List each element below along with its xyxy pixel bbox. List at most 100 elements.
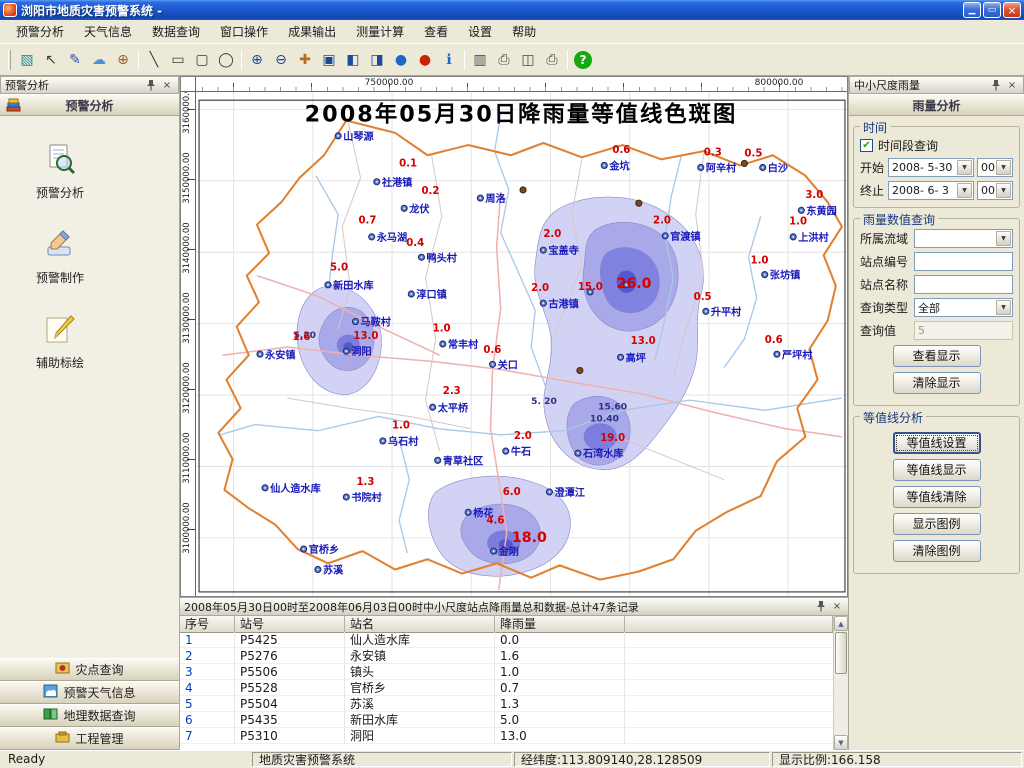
end-hour-combo[interactable]: 00 ▼ <box>977 181 1013 200</box>
hotlink-icon[interactable]: ● <box>413 48 437 72</box>
cloud-icon[interactable]: ☁ <box>87 48 111 72</box>
svg-text:乌石村: 乌石村 <box>388 435 419 448</box>
page-setup-icon[interactable]: ⎙ <box>540 48 564 72</box>
table-row-2[interactable]: 2P5276永安镇1.6 <box>180 648 833 664</box>
export-icon[interactable]: ▥ <box>468 48 492 72</box>
pointer-icon[interactable]: ↖ <box>39 48 63 72</box>
column-header-2[interactable]: 站名 <box>345 616 495 633</box>
chevron-down-icon[interactable]: ▼ <box>996 183 1011 198</box>
sidebar-group-disaster-point-query[interactable]: 灾点查询 <box>0 658 179 681</box>
draw-line-icon[interactable]: ╲ <box>142 48 166 72</box>
svg-text:新田水库: 新田水库 <box>333 279 374 292</box>
table-row-1[interactable]: 1P5425仙人造水库0.0 <box>180 632 833 648</box>
contour-clear-button[interactable]: 等值线清除 <box>893 486 981 508</box>
globe-icon[interactable]: ● <box>389 48 413 72</box>
svg-text:青草社区: 青草社区 <box>443 454 484 467</box>
pin-icon[interactable] <box>814 600 828 614</box>
pan-icon[interactable]: ✚ <box>293 48 317 72</box>
rain-analysis-label: 雨量分析 <box>912 97 960 114</box>
cell-filler <box>625 632 833 648</box>
sidebar-item-warning-compose[interactable]: 预警制作 <box>36 227 84 286</box>
draw-rect-icon[interactable]: ▭ <box>166 48 190 72</box>
basin-combo[interactable]: ▼ <box>914 229 1013 248</box>
close-icon[interactable]: × <box>830 600 844 614</box>
start-date-combo[interactable]: 2008- 5-30 ▼ <box>888 158 974 177</box>
zoom-in-icon[interactable]: ⊕ <box>245 48 269 72</box>
menu-item-3[interactable]: 窗口操作 <box>210 19 278 44</box>
full-extent-icon[interactable]: ▣ <box>317 48 341 72</box>
table-row-3[interactable]: 3P5506镇头1.0 <box>180 664 833 680</box>
minimize-button[interactable]: ▁ <box>963 2 981 18</box>
column-header-filler <box>625 616 833 633</box>
sidebar-item-aux-plotting[interactable]: 辅助标绘 <box>36 312 84 371</box>
menu-item-7[interactable]: 设置 <box>458 19 502 44</box>
draw-ellipse-icon[interactable]: ◯ <box>214 48 238 72</box>
contour-show-button[interactable]: 等值线显示 <box>893 459 981 481</box>
draw-roundrect-icon[interactable]: ▢ <box>190 48 214 72</box>
legend-clear-button[interactable]: 清除图例 <box>893 540 981 562</box>
menu-item-0[interactable]: 预警分析 <box>6 19 74 44</box>
rain-analysis-group-bar[interactable]: 雨量分析 <box>849 94 1024 116</box>
table-row-6[interactable]: 6P5435新田水库5.0 <box>180 712 833 728</box>
chevron-down-icon[interactable]: ▼ <box>957 183 972 198</box>
zoom-window-icon[interactable]: ▧ <box>15 48 39 72</box>
column-header-1[interactable]: 站号 <box>235 616 345 633</box>
query-show-button[interactable]: 查看显示 <box>893 345 981 367</box>
time-range-checkbox[interactable]: ✔ <box>860 139 873 152</box>
chevron-down-icon[interactable]: ▼ <box>996 160 1011 175</box>
scrollbar-track[interactable] <box>834 631 848 735</box>
query-clear-button[interactable]: 清除显示 <box>893 372 981 394</box>
table-row-4[interactable]: 4P5528官桥乡0.7 <box>180 680 833 696</box>
menu-item-4[interactable]: 成果输出 <box>278 19 346 44</box>
contour-settings-button[interactable]: 等值线设置 <box>893 432 981 454</box>
end-date-combo[interactable]: 2008- 6- 3 ▼ <box>888 181 974 200</box>
menu-item-2[interactable]: 数据查询 <box>142 19 210 44</box>
maximize-button[interactable]: ▭ <box>983 2 1001 18</box>
print-preview-icon[interactable]: ◫ <box>516 48 540 72</box>
scroll-down-icon[interactable]: ▼ <box>834 735 848 750</box>
pin-icon[interactable] <box>144 78 158 92</box>
chevron-down-icon[interactable]: ▼ <box>996 300 1011 315</box>
legend-show-button[interactable]: 显示图例 <box>893 513 981 535</box>
station-id-input[interactable] <box>914 252 1013 271</box>
sidebar-group-geo-data-query[interactable]: 地理数据查询 <box>0 704 179 727</box>
map-canvas[interactable]: 5.205. 2015.6010.40山琴源社港镇0.1金坑0.6阿辛村0.3白… <box>196 92 847 596</box>
start-hour-combo[interactable]: 00 ▼ <box>977 158 1013 177</box>
pin-icon[interactable] <box>989 78 1003 92</box>
menu-item-5[interactable]: 测量计算 <box>346 19 414 44</box>
zoom-out-icon[interactable]: ⊖ <box>269 48 293 72</box>
cell-3-0: 3 <box>180 664 235 680</box>
scroll-up-icon[interactable]: ▲ <box>834 616 848 631</box>
menu-item-8[interactable]: 帮助 <box>502 19 546 44</box>
table-row-5[interactable]: 5P5504苏溪1.3 <box>180 696 833 712</box>
menu-item-6[interactable]: 查看 <box>414 19 458 44</box>
help-icon[interactable]: ? <box>574 51 592 69</box>
close-icon[interactable]: × <box>160 78 174 92</box>
station-name-input[interactable] <box>914 275 1013 294</box>
table-scrollbar[interactable]: ▲ ▼ <box>833 616 848 750</box>
close-icon[interactable]: × <box>1005 78 1019 92</box>
add-point-icon[interactable]: ⊕ <box>111 48 135 72</box>
zoom-prev-icon[interactable]: ◧ <box>341 48 365 72</box>
sidebar-group-project-management[interactable]: 工程管理 <box>0 727 179 750</box>
identify-icon[interactable]: ℹ <box>437 48 461 72</box>
warning-analysis-icon <box>43 142 77 179</box>
svg-text:1.0: 1.0 <box>392 421 410 432</box>
chevron-down-icon[interactable]: ▼ <box>996 231 1011 246</box>
table-row-7[interactable]: 7P5310洞阳13.0 <box>180 728 833 744</box>
chevron-down-icon[interactable]: ▼ <box>957 160 972 175</box>
pen-icon[interactable]: ✎ <box>63 48 87 72</box>
column-header-0[interactable]: 序号 <box>180 616 235 633</box>
menu-item-1[interactable]: 天气信息 <box>74 19 142 44</box>
svg-text:0.5: 0.5 <box>694 292 712 303</box>
left-group-bar[interactable]: 预警分析 <box>0 94 179 116</box>
zoom-next-icon[interactable]: ◨ <box>365 48 389 72</box>
query-value-input[interactable]: 5 <box>914 321 1013 340</box>
scrollbar-thumb[interactable] <box>835 632 847 674</box>
close-button[interactable]: × <box>1003 2 1021 18</box>
query-type-combo[interactable]: 全部 ▼ <box>914 298 1013 317</box>
sidebar-item-warning-analysis[interactable]: 预警分析 <box>36 142 84 201</box>
sidebar-group-warning-weather-info[interactable]: 预警天气信息 <box>0 681 179 704</box>
column-header-3[interactable]: 降雨量 <box>495 616 625 633</box>
print-icon[interactable]: ⎙ <box>492 48 516 72</box>
